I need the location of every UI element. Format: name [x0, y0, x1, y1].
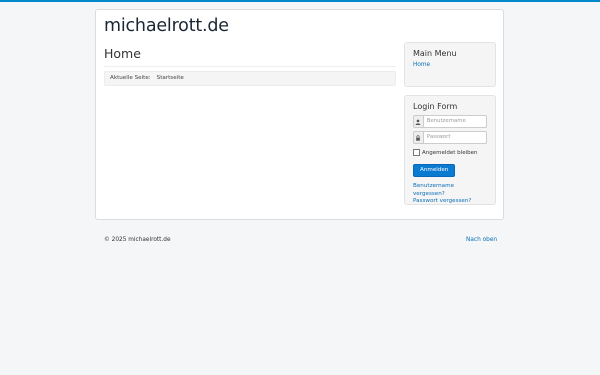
login-form-module: Login Form Benutzername Passwort Angemel…: [404, 95, 496, 205]
main-menu-title: Main Menu: [413, 49, 457, 58]
remember-checkbox[interactable]: [413, 149, 420, 156]
main-content: Home Aktuelle Seite: Startseite: [104, 46, 396, 86]
site-brand-link[interactable]: michaelrott.de: [104, 16, 229, 36]
footer-copyright: © 2025 michaelrott.de: [104, 237, 171, 243]
breadcrumb-current: Startseite: [156, 75, 184, 81]
page-container: michaelrott.de Home Aktuelle Seite: Start…: [95, 9, 504, 220]
user-icon: [413, 115, 423, 128]
breadcrumb-prefix: Aktuelle Seite:: [110, 75, 151, 81]
lock-icon: [413, 131, 423, 144]
forgot-links: Benutzername vergessen? Passwort vergess…: [413, 183, 487, 206]
title-divider: [104, 66, 396, 67]
main-menu-module: Main Menu Home: [404, 42, 496, 87]
login-button[interactable]: Anmelden: [413, 164, 456, 177]
password-input[interactable]: Passwort: [422, 131, 487, 144]
sidebar: Main Menu Home Login Form Benutzername P…: [404, 42, 496, 205]
username-row: Benutzername: [413, 115, 487, 128]
username-input[interactable]: Benutzername: [422, 115, 487, 128]
top-accent-bar: [0, 0, 600, 2]
login-form-title: Login Form: [413, 102, 458, 111]
password-row: Passwort: [413, 131, 487, 144]
remember-row: Angemeldet bleiben: [413, 149, 487, 156]
menu-item-home[interactable]: Home: [413, 62, 487, 68]
remember-label: Angemeldet bleiben: [422, 149, 478, 156]
forgot-username-link[interactable]: Benutzername vergessen?: [413, 183, 487, 198]
page-title: Home: [104, 46, 141, 61]
back-to-top-link[interactable]: Nach oben: [466, 237, 497, 243]
forgot-password-link[interactable]: Passwort vergessen?: [413, 198, 487, 206]
breadcrumb: Aktuelle Seite: Startseite: [104, 71, 396, 86]
